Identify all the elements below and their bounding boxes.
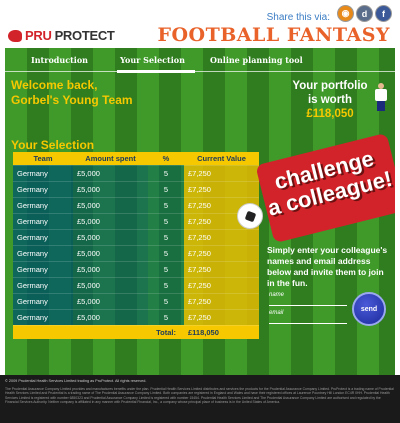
value-cell: £7,250 [184, 180, 259, 197]
amount-cell: £5,000 [73, 276, 148, 293]
column-header-percent: % [148, 152, 184, 165]
table-body: Germany £5,000 5 £7,250 Germany £5,000 5 £7,250… [13, 164, 259, 325]
team-cell: Germany [13, 292, 73, 309]
name-input[interactable] [269, 297, 347, 306]
team-cell: Germany [13, 308, 73, 325]
table-row: Germany £5,000 5 £7,250 [13, 212, 259, 229]
tab-your-selection[interactable]: Your Selection [120, 55, 185, 65]
portfolio-summary: Your portfolio is worth £118,050 [285, 79, 375, 121]
main-nav: Introduction Your Selection Online plann… [5, 52, 395, 73]
email-input[interactable] [269, 315, 347, 324]
welcome-line: Welcome back, [11, 78, 98, 92]
percent-cell: 5 [148, 164, 184, 181]
team-cell: Germany [13, 276, 73, 293]
total-value: £118,050 [184, 324, 259, 339]
active-tab-indicator [117, 70, 195, 73]
amount-cell: £5,000 [73, 292, 148, 309]
amount-cell: £5,000 [73, 196, 148, 213]
percent-cell: 5 [148, 244, 184, 261]
facebook-icon[interactable]: f [375, 5, 392, 22]
team-cell: Germany [13, 196, 73, 213]
value-cell: £7,250 [184, 308, 259, 325]
amount-cell: £5,000 [73, 212, 148, 229]
total-row: Total: £118,050 [13, 324, 259, 339]
share-label: Share this via: [266, 12, 330, 23]
percent-cell: 5 [148, 212, 184, 229]
table-header-row: Team Amount spent % Current Value [13, 152, 259, 165]
disclaimer-text: The Prudential Assurance Company Limited… [5, 387, 394, 405]
amount-cell: £5,000 [73, 164, 148, 181]
lion-icon [8, 29, 22, 42]
table-row: Germany £5,000 5 £7,250 [13, 196, 259, 213]
table-row: Germany £5,000 5 £7,250 [13, 244, 259, 261]
amount-cell: £5,000 [73, 180, 148, 197]
percent-cell: 5 [148, 180, 184, 197]
portfolio-label: Your portfolio [292, 80, 368, 92]
selection-table: Team Amount spent % Current Value German… [13, 152, 259, 339]
share-icons: ◉ d f [337, 5, 392, 22]
header: PRU PROTECT Share this via: ◉ d f FOOTBAL… [0, 0, 400, 48]
selection-title: Your Selection [11, 138, 95, 152]
tab-online-planning-tool[interactable]: Online planning tool [210, 55, 303, 65]
table-row: Germany £5,000 5 £7,250 [13, 276, 259, 293]
pitch-panel: Introduction Your Selection Online plann… [5, 48, 395, 375]
value-cell: £7,250 [184, 260, 259, 277]
value-cell: £7,250 [184, 292, 259, 309]
column-header-team: Team [13, 152, 73, 165]
table-row: Germany £5,000 5 £7,250 [13, 228, 259, 245]
portfolio-label-2: is worth [307, 94, 353, 106]
percent-cell: 5 [148, 260, 184, 277]
percent-cell: 5 [148, 196, 184, 213]
team-name: Gorbel's Young Team [11, 93, 133, 107]
column-header-amount: Amount spent [73, 152, 148, 165]
percent-cell: 5 [148, 228, 184, 245]
table-row: Germany £5,000 5 £7,250 [13, 308, 259, 325]
value-cell: £7,250 [184, 164, 259, 181]
invite-text: Simply enter your colleague's names and … [267, 245, 388, 288]
amount-cell: £5,000 [73, 228, 148, 245]
value-cell: £7,250 [184, 276, 259, 293]
rss-icon[interactable]: ◉ [337, 5, 354, 22]
copyright-text: © 2009 Prudential Health Services Limite… [5, 379, 147, 383]
amount-cell: £5,000 [73, 260, 148, 277]
table-row: Germany £5,000 5 £7,250 [13, 164, 259, 181]
team-cell: Germany [13, 228, 73, 245]
team-cell: Germany [13, 164, 73, 181]
amount-cell: £5,000 [73, 308, 148, 325]
send-button[interactable]: send [352, 292, 386, 326]
table-row: Germany £5,000 5 £7,250 [13, 292, 259, 309]
nav-divider [5, 71, 395, 72]
footer: © 2009 Prudential Health Services Limite… [0, 375, 400, 423]
pruprotect-logo[interactable]: PRU PROTECT [8, 28, 115, 43]
player-icon [375, 83, 387, 113]
percent-cell: 5 [148, 292, 184, 309]
digg-icon[interactable]: d [356, 5, 373, 22]
table-row: Germany £5,000 5 £7,250 [13, 260, 259, 277]
portfolio-value: £118,050 [306, 108, 354, 120]
logo-text-protect: PROTECT [54, 28, 115, 43]
percent-cell: 5 [148, 276, 184, 293]
tab-introduction[interactable]: Introduction [31, 55, 88, 65]
value-cell: £7,250 [184, 228, 259, 245]
percent-cell: 5 [148, 308, 184, 325]
team-cell: Germany [13, 244, 73, 261]
amount-cell: £5,000 [73, 244, 148, 261]
column-header-value: Current Value [184, 152, 259, 165]
team-cell: Germany [13, 260, 73, 277]
value-cell: £7,250 [184, 244, 259, 261]
football-icon [237, 203, 263, 229]
team-cell: Germany [13, 212, 73, 229]
table-row: Germany £5,000 5 £7,250 [13, 180, 259, 197]
page-title: FOOTBALL FANTASY [157, 24, 390, 46]
logo-text-pru: PRU [25, 28, 52, 43]
team-cell: Germany [13, 180, 73, 197]
welcome-message: Welcome back, Gorbel's Young Team [11, 78, 133, 108]
total-label: Total: [13, 324, 184, 339]
